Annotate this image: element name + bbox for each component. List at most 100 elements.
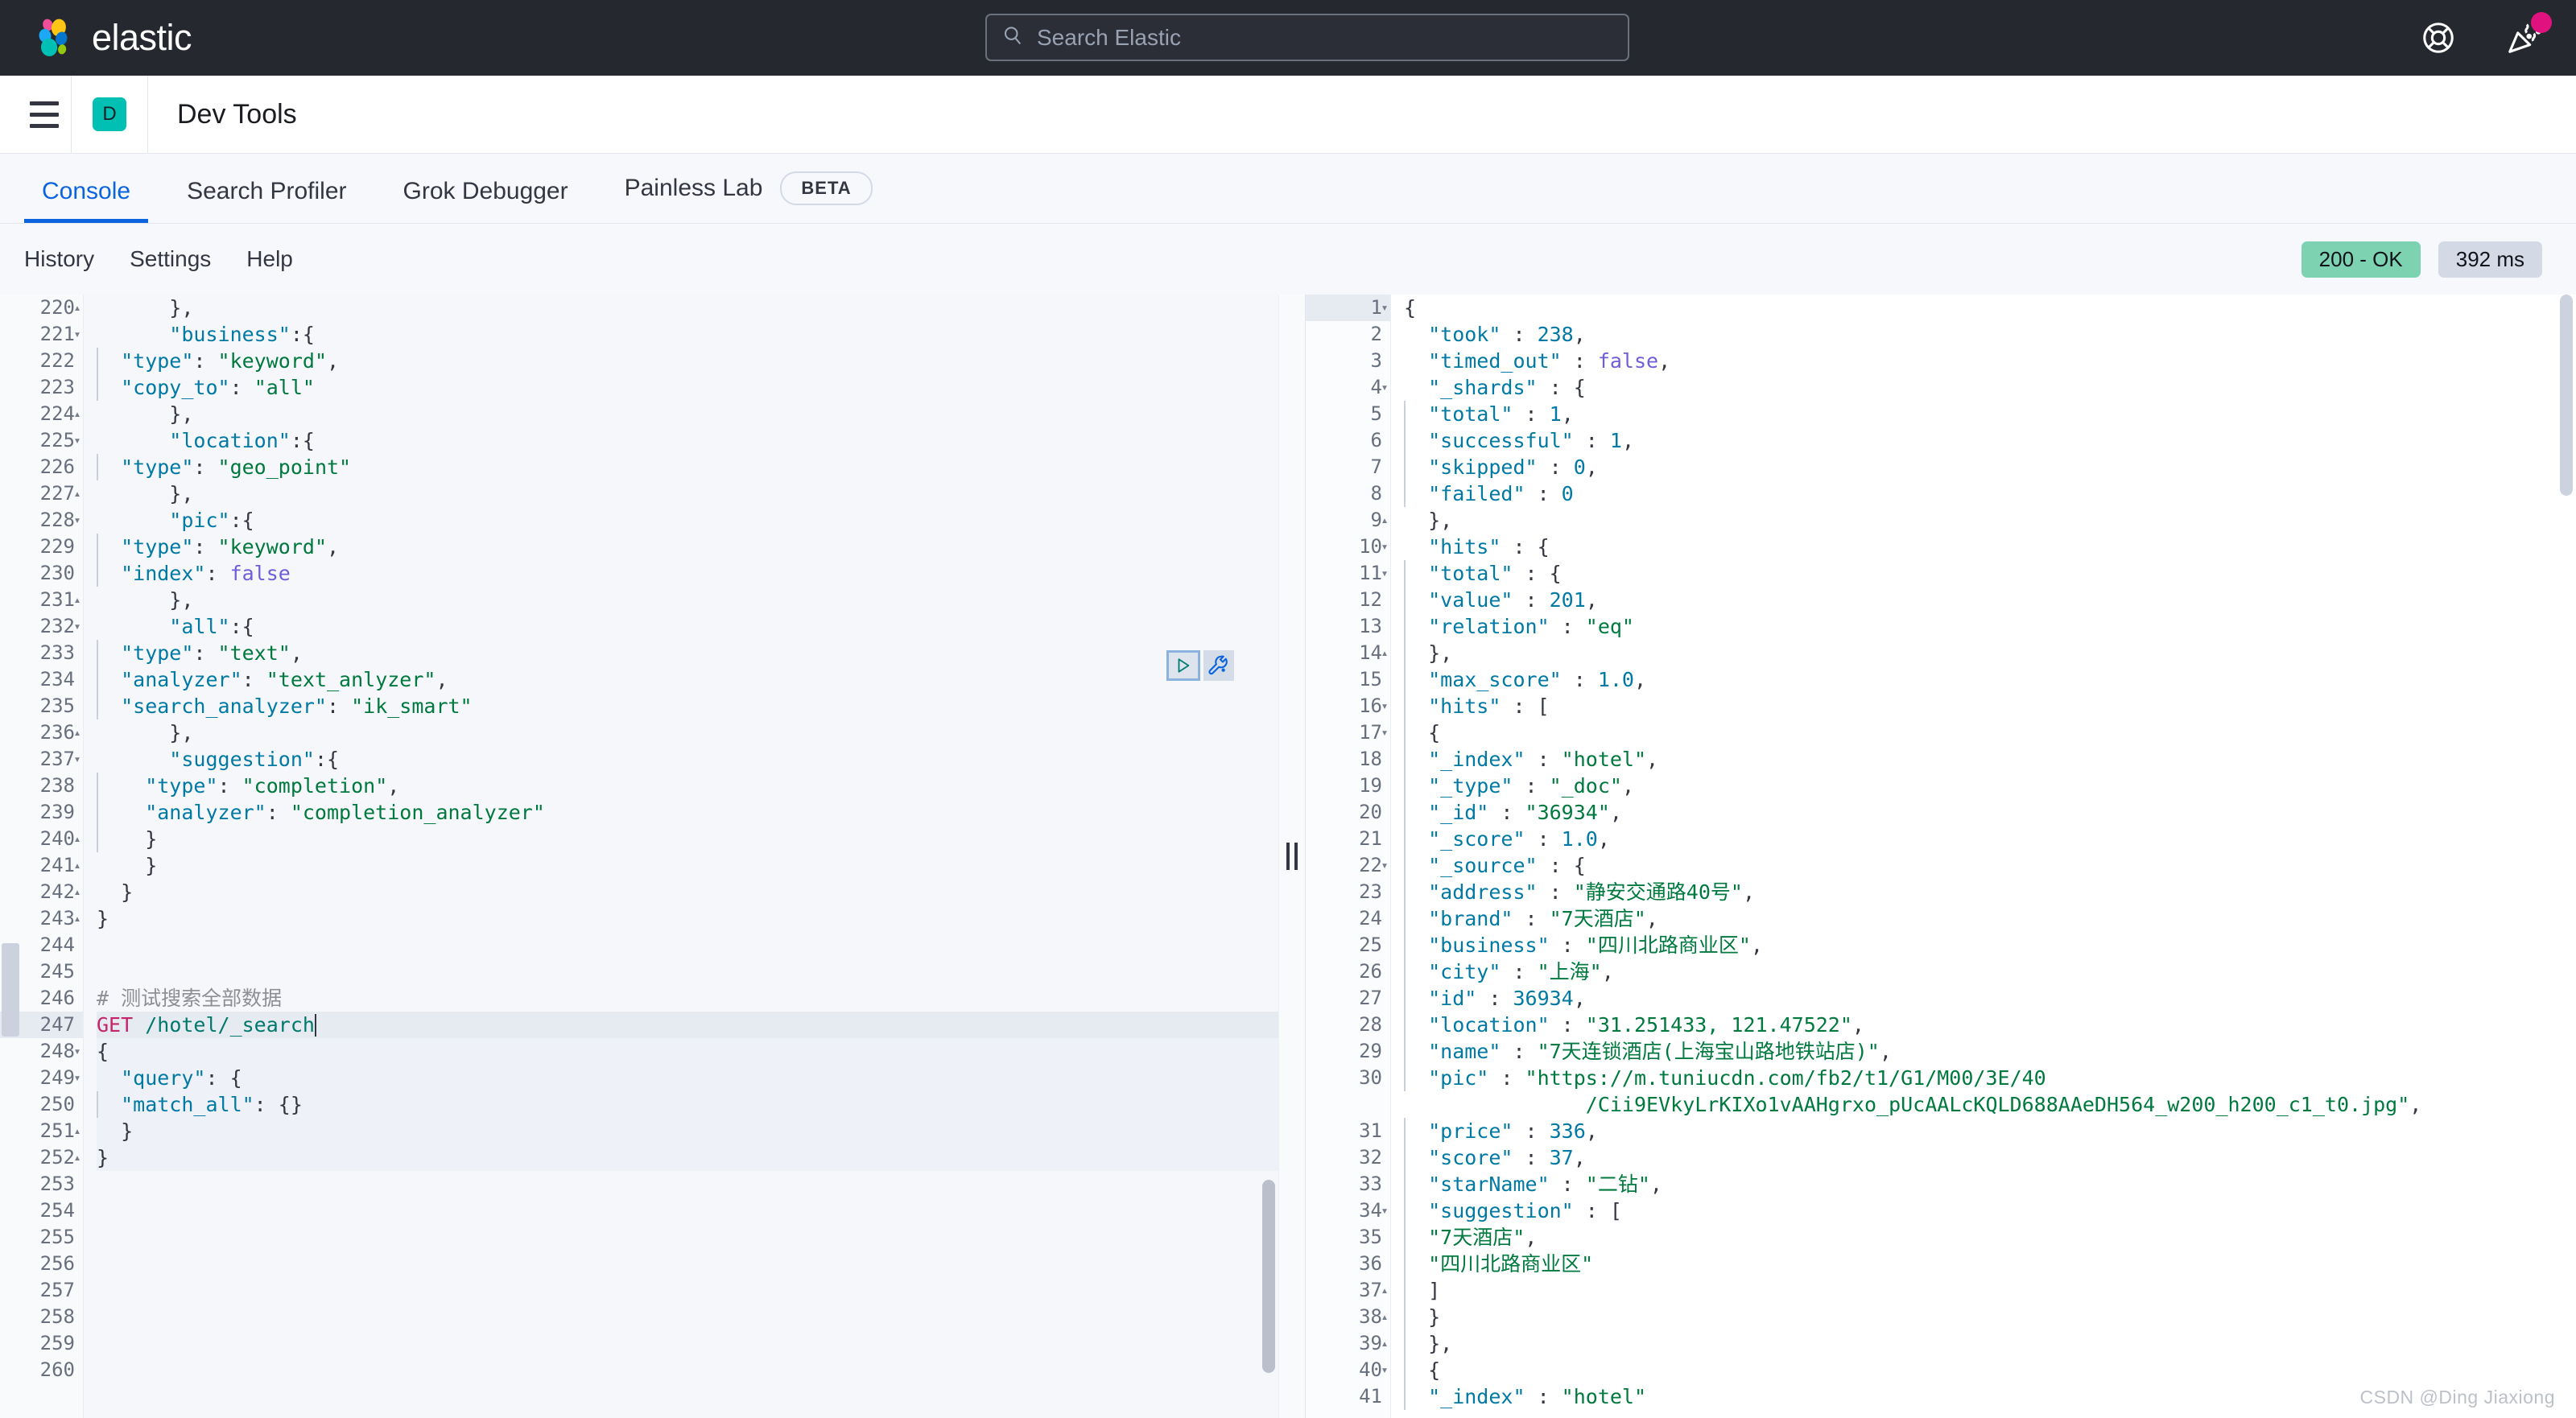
request-vertical-scrollbar[interactable] (1262, 1180, 1275, 1373)
toolbar-link-settings[interactable]: Settings (130, 246, 211, 272)
code-token: "location" (1404, 1013, 1550, 1037)
toolbar-link-history[interactable]: History (24, 246, 94, 272)
fold-up-icon[interactable]: ▴ (70, 826, 85, 852)
code-token: , (1609, 801, 1622, 824)
code-token: 37 (1549, 1146, 1574, 1169)
fold-down-icon[interactable]: ▾ (70, 1065, 85, 1091)
code-token: GET (97, 1013, 134, 1037)
fold-up-icon[interactable]: ▴ (70, 719, 85, 746)
response-status-group: 200 - OK 392 ms (2301, 241, 2542, 278)
line-number: 18 (1359, 748, 1382, 770)
line-number: 30 (1359, 1066, 1382, 1089)
hamburger-menu-icon[interactable] (18, 101, 71, 128)
request-editor-pane[interactable]: 220 ▴ 221 ▾ 222 223 224 ▴ 225 ▾ 226 227 ▴ 228 ▾ 229 230 2… (0, 295, 1278, 1418)
code-token: 0 (1561, 482, 1574, 505)
line-number: 237 ▾ (0, 746, 83, 773)
code-token: : (1501, 1040, 1538, 1063)
tab-painless-lab[interactable]: Painless Lab BETA (607, 171, 890, 223)
fold-up-icon[interactable]: ▴ (70, 879, 85, 905)
line-number: 252 ▴ (0, 1144, 83, 1171)
code-line: }, (1404, 1330, 2576, 1357)
code-token: :{ (229, 615, 254, 638)
fold-up-icon[interactable]: ▴ (70, 401, 85, 427)
code-token: 336 (1549, 1119, 1586, 1143)
line-number: 24 (1359, 907, 1382, 930)
fold-up-icon[interactable]: ▴ (1377, 1277, 1392, 1304)
fold-up-icon[interactable]: ▴ (70, 1118, 85, 1144)
tab-search-profiler[interactable]: Search Profiler (169, 178, 364, 223)
code-line: "四川北路商业区" (1404, 1251, 2576, 1277)
code-line: "hits" : { (1404, 534, 2576, 560)
tab-console[interactable]: Console (24, 178, 149, 223)
request-code[interactable]: }, "business":{ "type": "keyword", "copy… (84, 295, 1278, 1418)
fold-up-icon[interactable]: ▴ (1377, 1330, 1392, 1357)
code-token: "max_score" (1404, 668, 1562, 691)
app-initial-badge[interactable]: D (93, 97, 126, 131)
line-number: 36 (1359, 1252, 1382, 1275)
line-number: 260 (39, 1358, 75, 1381)
fold-down-icon[interactable]: ▾ (1377, 693, 1392, 719)
code-token: 0 (1573, 455, 1586, 479)
party-popper-icon[interactable] (2505, 12, 2552, 56)
code-line: "_id" : "36934", (1404, 799, 2576, 826)
toolbar-link-help[interactable]: Help (246, 246, 293, 272)
fold-down-icon[interactable]: ▾ (70, 507, 85, 534)
global-header: elastic Search Elastic (0, 0, 2576, 76)
code-token: : (242, 668, 266, 691)
line-number: 38 ▴ (1306, 1304, 1390, 1330)
fold-up-icon[interactable]: ▴ (70, 587, 85, 613)
line-number: 32 (1359, 1146, 1382, 1169)
code-token: false (229, 562, 291, 585)
code-token: , (1561, 402, 1574, 426)
code-line: { (97, 1038, 1278, 1065)
fold-up-icon[interactable]: ▴ (1377, 1304, 1392, 1330)
pane-splitter[interactable] (1278, 295, 1306, 1418)
line-number: 227 ▴ (0, 480, 83, 507)
fold-down-icon[interactable]: ▾ (1377, 1357, 1392, 1383)
fold-down-icon[interactable]: ▾ (1377, 534, 1392, 560)
play-button[interactable] (1166, 650, 1200, 681)
tab-grok-debugger[interactable]: Grok Debugger (386, 178, 586, 223)
response-editor-pane[interactable]: 1 ▾ 2 3 4 ▾ 5 6 7 8 9 ▴ 10 ▾ 11 ▾ 12 13 14 ▴ 15 16 ▾ 17 ▾ 18 19 20 2… (1306, 295, 2576, 1418)
fold-up-icon[interactable]: ▴ (70, 295, 85, 321)
line-number: 13 (1359, 615, 1382, 637)
line-number: 258 (39, 1305, 75, 1328)
fold-down-icon[interactable]: ▾ (1377, 719, 1392, 746)
fold-down-icon[interactable]: ▾ (1377, 1197, 1392, 1224)
elastic-brand[interactable]: elastic (32, 16, 192, 60)
code-line: "total" : { (1404, 560, 2576, 587)
fold-up-icon[interactable]: ▴ (70, 1144, 85, 1171)
global-search-input[interactable]: Search Elastic (985, 14, 1629, 61)
code-token: { (1404, 721, 1441, 744)
fold-down-icon[interactable]: ▾ (70, 321, 85, 348)
line-number: 225 ▾ (0, 427, 83, 454)
fold-down-icon[interactable]: ▾ (70, 1038, 85, 1065)
code-token: "brand" (1404, 907, 1513, 930)
response-vertical-scrollbar[interactable] (2560, 295, 2573, 496)
fold-down-icon[interactable]: ▾ (70, 613, 85, 640)
console-toolbar: History Settings Help 200 - OK 392 ms (0, 224, 2576, 295)
fold-down-icon[interactable]: ▾ (1377, 852, 1392, 879)
fold-up-icon[interactable]: ▴ (1377, 507, 1392, 534)
fold-up-icon[interactable]: ▴ (70, 480, 85, 507)
fold-down-icon[interactable]: ▾ (1377, 560, 1392, 587)
lifebuoy-icon[interactable] (2420, 19, 2457, 56)
fold-up-icon[interactable]: ▴ (70, 852, 85, 879)
line-number: 16 ▾ (1306, 693, 1390, 719)
wrench-icon[interactable] (1203, 650, 1234, 681)
code-token: "suggestion" (1404, 1199, 1574, 1222)
code-token: 1.0 (1561, 827, 1598, 851)
fold-down-icon[interactable]: ▾ (1377, 374, 1392, 401)
fold-down-icon[interactable]: ▾ (1377, 295, 1392, 321)
code-line: "match_all": {} (97, 1091, 1278, 1118)
code-token: } (97, 827, 158, 851)
request-scroll-marker[interactable] (2, 943, 19, 1037)
line-number: 33 (1359, 1173, 1382, 1195)
fold-down-icon[interactable]: ▾ (70, 427, 85, 454)
fold-up-icon[interactable]: ▴ (70, 905, 85, 932)
fold-up-icon[interactable]: ▴ (1377, 640, 1392, 666)
code-line: "search_analyzer": "ik_smart" (97, 693, 1278, 719)
code-token: : (1476, 987, 1513, 1010)
fold-down-icon[interactable]: ▾ (70, 746, 85, 773)
